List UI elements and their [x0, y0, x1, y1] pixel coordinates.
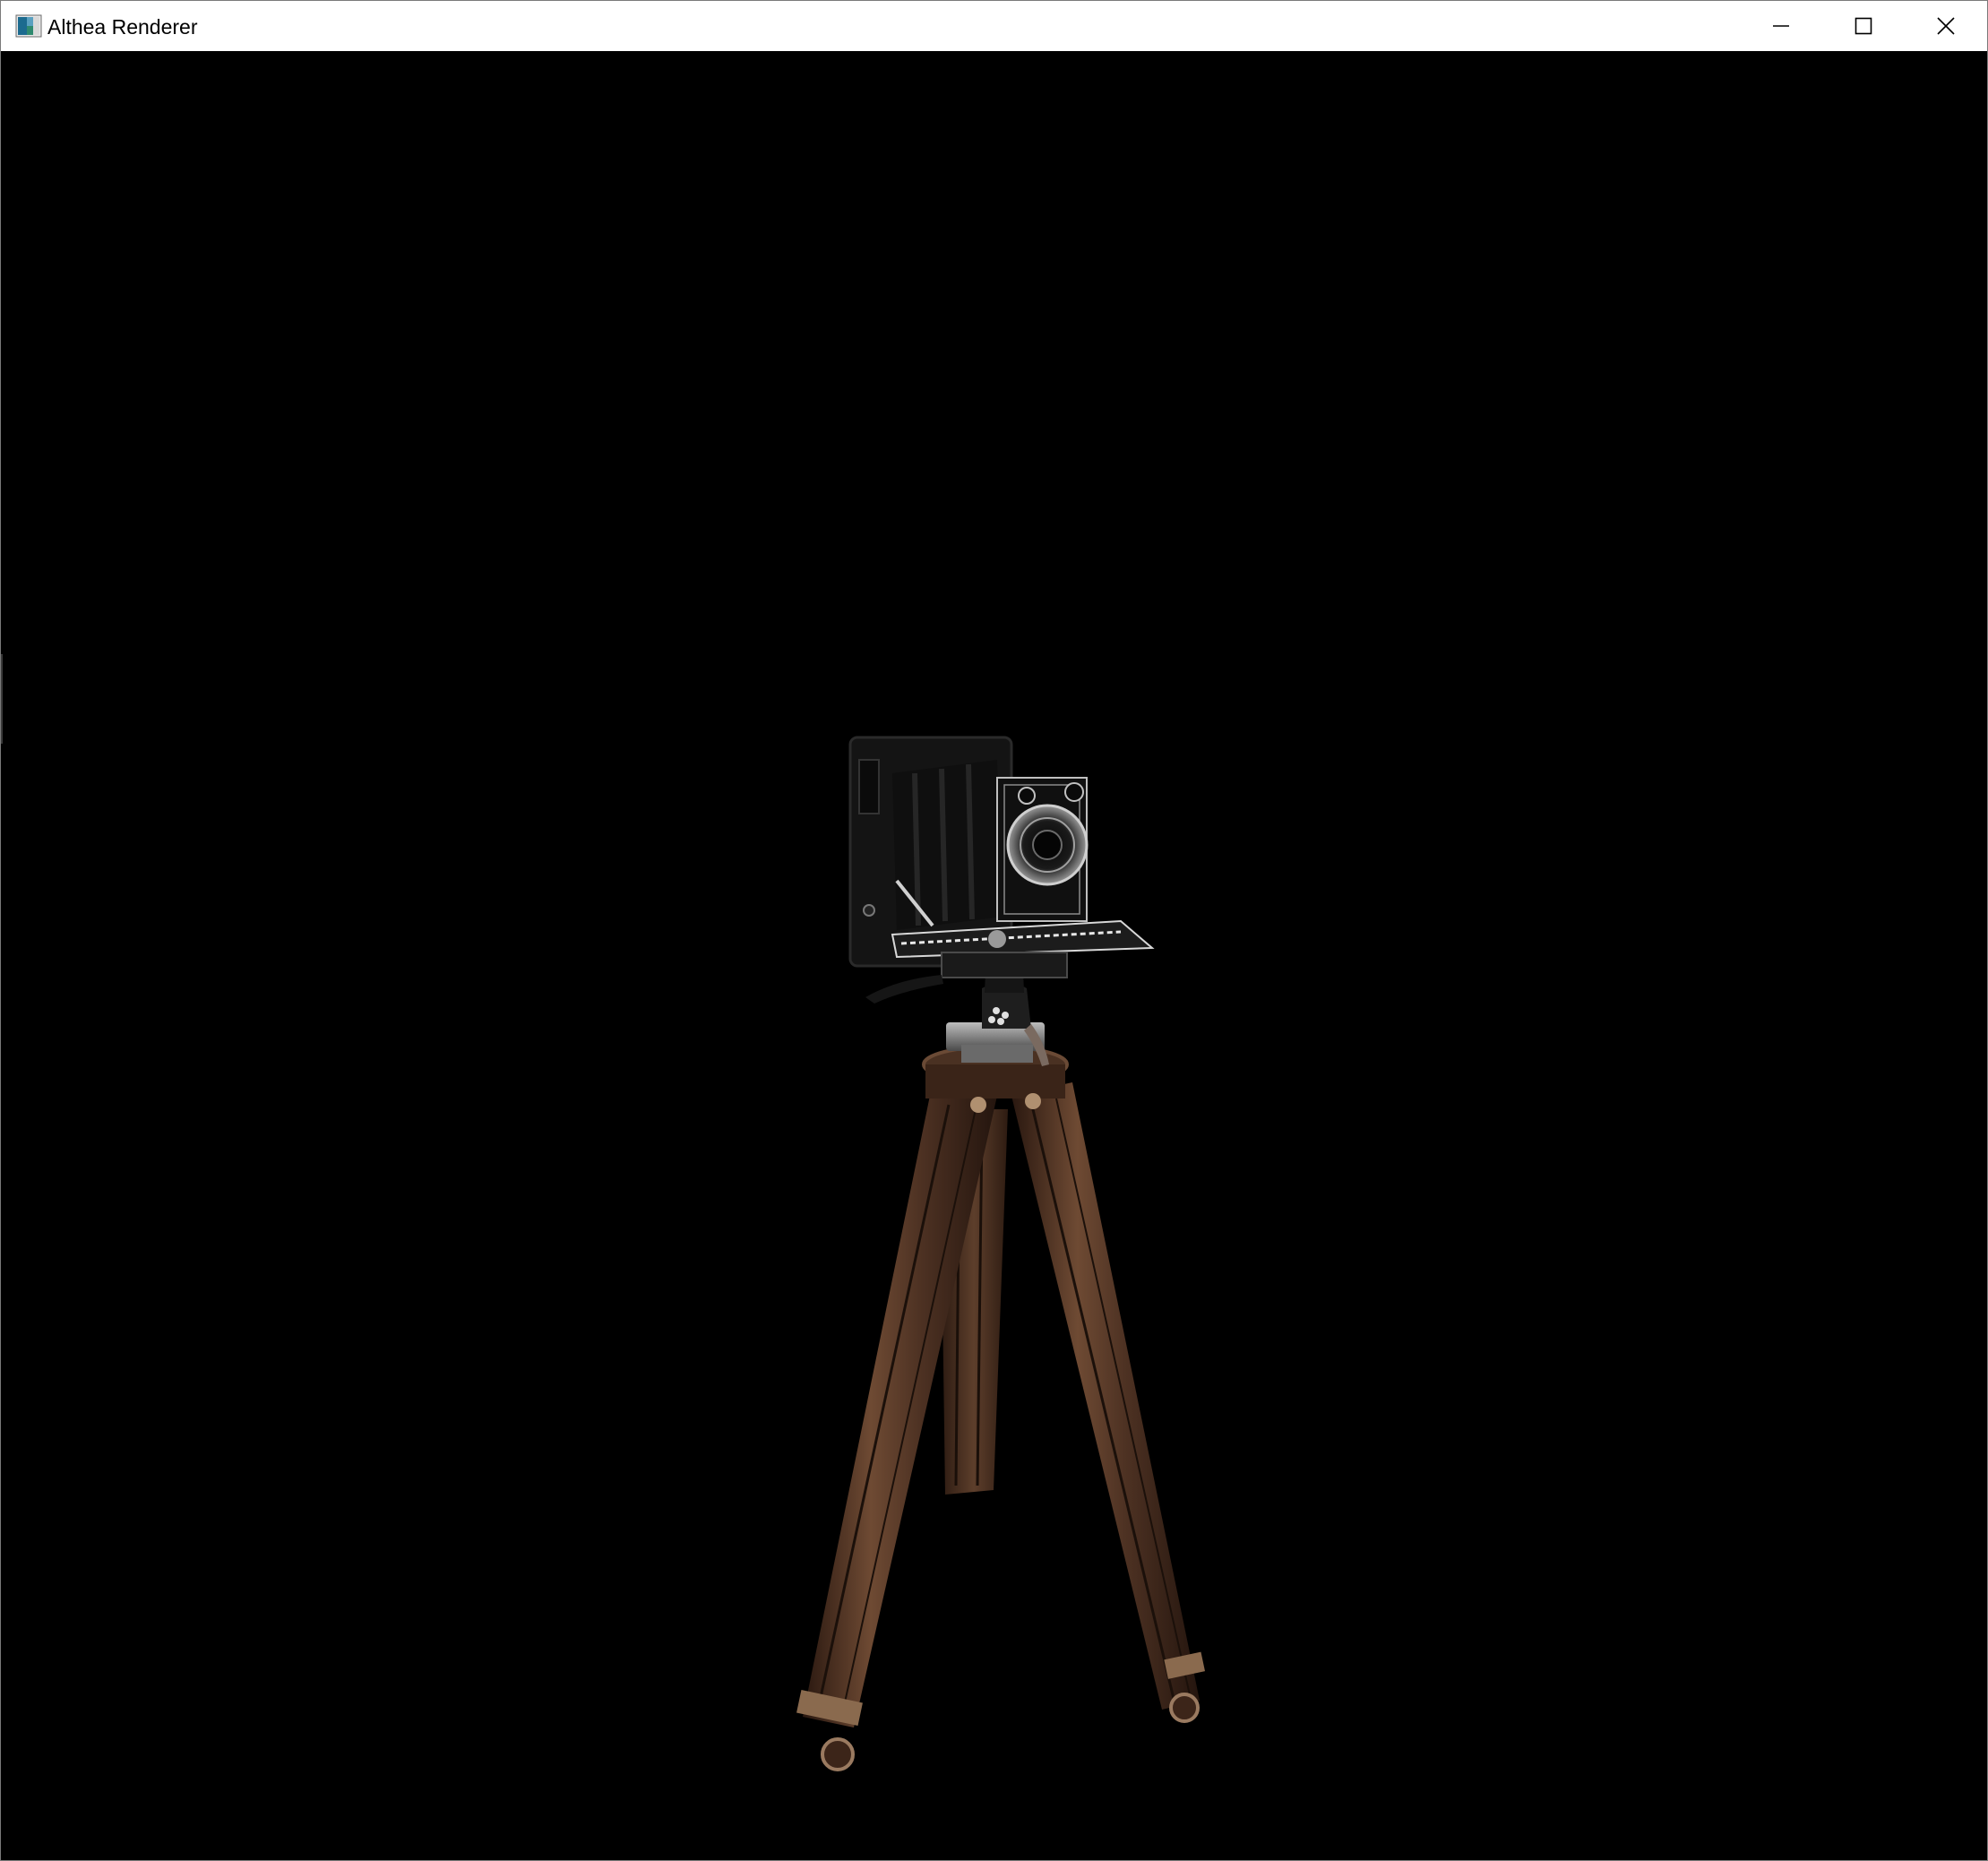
tripod-right-leg	[1011, 1082, 1206, 1723]
app-window: Althea Renderer	[0, 0, 1988, 1861]
render-viewport[interactable]	[1, 52, 1987, 1860]
title-bar[interactable]: Althea Renderer	[1, 1, 1987, 51]
minimize-icon	[1773, 25, 1789, 27]
app-icon	[15, 14, 42, 38]
maximize-button[interactable]	[1822, 1, 1905, 51]
close-icon	[1937, 17, 1955, 35]
folding-camera	[848, 736, 1155, 1004]
minimize-button[interactable]	[1740, 1, 1822, 51]
close-button[interactable]	[1905, 1, 1987, 51]
rendered-scene	[796, 736, 1206, 1771]
maximize-icon	[1855, 17, 1872, 35]
window-title: Althea Renderer	[47, 15, 198, 39]
